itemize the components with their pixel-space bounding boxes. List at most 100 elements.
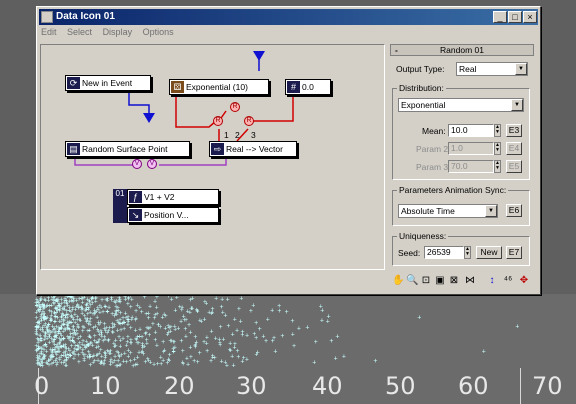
- particle: +: [270, 308, 274, 315]
- axis-label-50: 50: [385, 372, 416, 400]
- particle: +: [86, 307, 90, 314]
- particle: +: [134, 308, 138, 315]
- particle: +: [110, 295, 114, 302]
- group-index-badge: 01: [113, 189, 127, 223]
- port-number: 3: [251, 130, 256, 140]
- port-r[interactable]: R: [213, 116, 223, 126]
- node-position-vector[interactable]: ↘ Position V...: [127, 207, 219, 223]
- particle: +: [145, 325, 149, 332]
- maximize-button[interactable]: □: [508, 11, 522, 23]
- node-random-surface-point[interactable]: ▤ Random Surface Point: [65, 141, 190, 157]
- particle: +: [144, 311, 148, 318]
- title-bar[interactable]: Data Icon 01 _ □ ×: [39, 9, 538, 25]
- menu-display[interactable]: Display: [103, 27, 133, 37]
- mean-spinner[interactable]: ▲ ▼: [494, 124, 501, 137]
- port-r[interactable]: R: [230, 102, 240, 112]
- port-number: 2: [235, 130, 240, 140]
- node-v1-plus-v2[interactable]: ƒ V1 + V2: [127, 189, 219, 205]
- param2-wire-button[interactable]: E4: [506, 142, 522, 155]
- chevron-down-icon: ▼: [511, 99, 523, 111]
- surface-icon: ▤: [67, 143, 80, 155]
- dice-icon: ⚄: [171, 81, 184, 93]
- particle: +: [482, 348, 486, 355]
- mean-field[interactable]: 10.0: [448, 124, 494, 137]
- particle: +: [237, 306, 241, 313]
- distribution-label: Distribution:: [397, 83, 446, 93]
- settings-icon[interactable]: ⁴⁶: [502, 275, 514, 287]
- param3-wire-button[interactable]: E5: [506, 160, 522, 173]
- output-type-dropdown[interactable]: Real ▼: [456, 62, 528, 76]
- port-v[interactable]: V: [147, 159, 157, 169]
- particle: +: [334, 355, 338, 362]
- particle: +: [58, 330, 62, 337]
- particle: +: [71, 324, 75, 331]
- particle: +: [172, 349, 176, 356]
- particle: +: [271, 338, 275, 345]
- app-icon: [41, 11, 53, 23]
- port-number: 1: [224, 130, 229, 140]
- particle: +: [34, 330, 38, 337]
- seed-wire-button[interactable]: E7: [506, 246, 522, 259]
- seed-spinner[interactable]: ▲ ▼: [464, 246, 471, 259]
- particle: +: [154, 329, 158, 336]
- particle: +: [231, 363, 235, 370]
- particle: +: [221, 310, 225, 317]
- port-r[interactable]: R: [244, 116, 254, 126]
- node-exponential[interactable]: ⚄ Exponential (10): [169, 79, 269, 95]
- particle: +: [175, 294, 179, 301]
- particle: +: [152, 362, 156, 369]
- seed-field[interactable]: 26539: [424, 246, 464, 259]
- node-canvas[interactable]: ⟳ New in Event ⚄ Exponential (10) # 0.0 …: [40, 44, 385, 270]
- particle: +: [209, 328, 213, 335]
- particle: +: [285, 309, 289, 316]
- zoom-extents-icon[interactable]: ▣: [434, 275, 446, 287]
- node-real-to-vector[interactable]: ⇨ Real --> Vector: [209, 141, 297, 157]
- node-label: V1 + V2: [144, 192, 175, 202]
- rollout-header[interactable]: - Random 01: [390, 44, 534, 56]
- port-v[interactable]: V: [132, 159, 142, 169]
- particle: +: [138, 326, 142, 333]
- mean-wire-button[interactable]: E3: [506, 124, 522, 137]
- menu-edit[interactable]: Edit: [41, 27, 57, 37]
- menu-select[interactable]: Select: [67, 27, 92, 37]
- node-label: Exponential (10): [186, 82, 248, 92]
- particle: +: [188, 310, 192, 317]
- particle: +: [158, 324, 162, 331]
- param2-spinner[interactable]: ▲ ▼: [494, 142, 501, 155]
- anim-sync-dropdown[interactable]: Absolute Time ▼: [398, 204, 498, 218]
- anim-sync-wire-button[interactable]: E6: [506, 204, 522, 217]
- distribution-dropdown[interactable]: Exponential ▼: [398, 98, 524, 112]
- data-icon-window[interactable]: Data Icon 01 _ □ × Edit Select Display O…: [36, 6, 541, 295]
- delete-icon[interactable]: ⊠: [448, 275, 460, 287]
- particle: +: [254, 352, 258, 359]
- particle: +: [103, 355, 107, 362]
- parameters-panel: - Random 01 Output Type: Real ▼ Distribu…: [390, 44, 538, 289]
- param2-field[interactable]: 1.0: [448, 142, 494, 155]
- particle: +: [63, 327, 67, 334]
- menu-bar: Edit Select Display Options: [41, 27, 182, 41]
- node-float-input[interactable]: # 0.0: [285, 79, 331, 95]
- particle: +: [184, 333, 188, 340]
- param3-spinner[interactable]: ▲ ▼: [494, 160, 501, 173]
- move-arrow-icon[interactable]: ↕: [486, 275, 498, 287]
- uniqueness-label: Uniqueness:: [397, 231, 449, 241]
- particle: +: [137, 340, 141, 347]
- minimize-button[interactable]: _: [493, 11, 507, 23]
- menu-options[interactable]: Options: [143, 27, 174, 37]
- output-arrow-icon: [143, 113, 155, 123]
- particle: +: [44, 342, 48, 349]
- zoom-icon[interactable]: 🔍: [406, 275, 418, 287]
- rollout-title: Random 01: [440, 45, 484, 55]
- particle: +: [181, 360, 185, 367]
- particle: +: [305, 325, 309, 332]
- wire-icon[interactable]: ⋈: [464, 275, 476, 287]
- zoom-region-icon[interactable]: ⊡: [420, 275, 432, 287]
- pan-icon[interactable]: ✋: [392, 275, 404, 287]
- param3-field[interactable]: 70.0: [448, 160, 494, 173]
- node-new-in-event[interactable]: ⟳ New in Event: [65, 75, 151, 91]
- crosshair-icon[interactable]: ✥: [518, 275, 530, 287]
- close-button[interactable]: ×: [523, 11, 537, 23]
- new-seed-button[interactable]: New: [476, 246, 502, 259]
- particle: +: [93, 295, 97, 302]
- node-label: 0.0: [302, 82, 314, 92]
